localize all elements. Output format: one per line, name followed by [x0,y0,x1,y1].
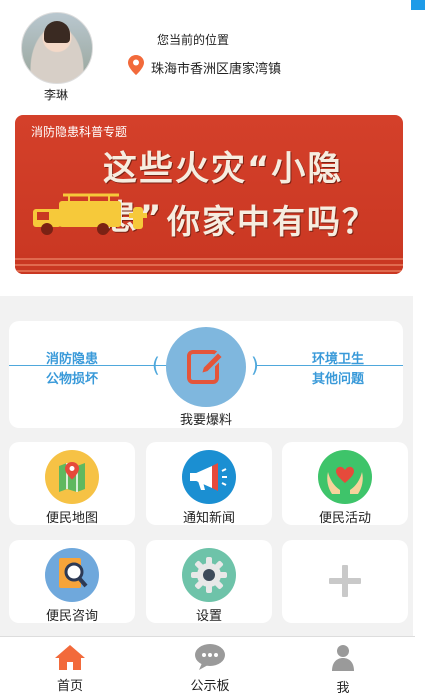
fire-truck-icon [33,193,147,235]
chat-icon [195,644,225,670]
tile-map-label: 便民地图 [45,511,98,526]
category-other[interactable]: 其他问题 [312,368,364,387]
banner-stripes [15,254,403,274]
nav-home-label: 首页 [56,679,83,694]
megaphone-icon [182,450,236,504]
tile-news[interactable]: 通知新闻 [146,442,272,526]
gear-icon [182,548,236,602]
banner-tag: 消防隐患科普专题 [31,125,128,139]
bracket-right: ) [251,353,259,377]
nav-home[interactable]: 首页 [20,637,120,697]
tile-activities-label: 便民活动 [318,511,371,526]
location-value: 珠海市香洲区唐家湾镇 [151,62,282,77]
tile-activities[interactable]: 便民活动 [282,442,408,526]
nav-board[interactable]: 公示板 [160,637,260,697]
category-fire-hazard[interactable]: 消防隐患 [46,348,98,367]
avatar[interactable] [21,12,93,84]
report-label: 我要爆料 [179,413,232,428]
user-icon [332,645,354,671]
location-pin-icon [128,55,144,75]
banner-headline-2: 你家中有吗？ [167,202,377,241]
add-icon [329,565,361,597]
bracket-left: ( [152,353,160,377]
header: 李琳 您当前的位置 珠海市香洲区唐家湾镇 [0,0,425,112]
hands-heart-icon [318,450,372,504]
category-environment[interactable]: 环境卫生 [312,348,364,367]
nav-me[interactable]: 我 [293,637,393,697]
report-card[interactable]: 消防隐患 公物损坏 环境卫生 其他问题 ( ) 我要爆料 [9,321,403,428]
tile-news-label: 通知新闻 [182,511,235,526]
location-label: 您当前的位置 [157,33,230,47]
tile-settings-label: 设置 [195,609,222,624]
category-public-damage[interactable]: 公物损坏 [46,368,98,387]
search-doc-icon [45,548,99,602]
promo-banner[interactable]: 消防隐患科普专题 这些火灾“小隐患” 你家中有吗？ [15,115,403,274]
home-icon [55,645,85,670]
nav-board-label: 公示板 [190,679,230,694]
avatar-hair [44,21,70,43]
tile-consult-label: 便民咨询 [45,609,98,624]
tile-map[interactable]: 便民地图 [9,442,135,526]
bottom-nav: 首页 公示板 我 [0,636,415,697]
edit-icon [187,350,225,384]
tile-add[interactable] [282,540,408,623]
report-button[interactable] [166,327,246,407]
tile-settings[interactable]: 设置 [146,540,272,624]
tile-consult[interactable]: 便民咨询 [9,540,135,624]
username: 李琳 [43,88,68,102]
map-icon [45,450,99,504]
nav-me-label: 我 [336,681,350,696]
